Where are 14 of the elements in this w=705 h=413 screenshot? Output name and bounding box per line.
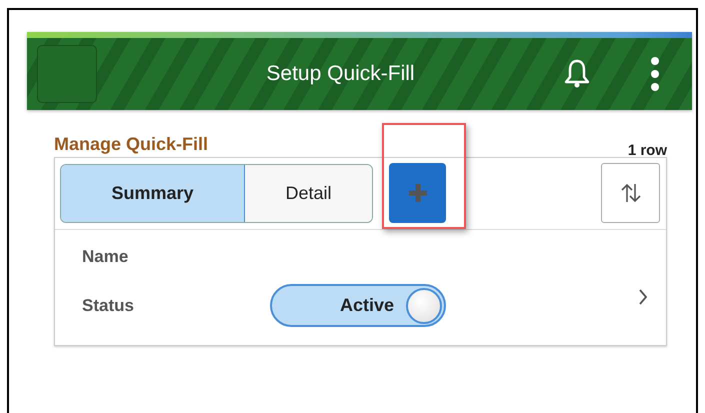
view-tab[interactable]: Summary <box>61 164 245 222</box>
status-toggle[interactable]: Active <box>270 284 446 327</box>
chevron-icon[interactable] <box>638 288 648 306</box>
menu-icon[interactable] <box>650 56 660 92</box>
sort-button[interactable] <box>601 163 660 223</box>
field-label: Name <box>82 247 130 267</box>
field-label: Status <box>82 296 135 316</box>
sort-icon <box>618 182 642 204</box>
row-count: 1 row <box>628 142 667 159</box>
section-title: Manage Quick-Fill <box>54 134 208 155</box>
view-tab[interactable]: Detail <box>245 164 372 222</box>
notification-icon[interactable] <box>564 58 590 90</box>
plus-icon <box>406 182 428 204</box>
page-title: Setup Quick-Fill <box>265 62 416 86</box>
